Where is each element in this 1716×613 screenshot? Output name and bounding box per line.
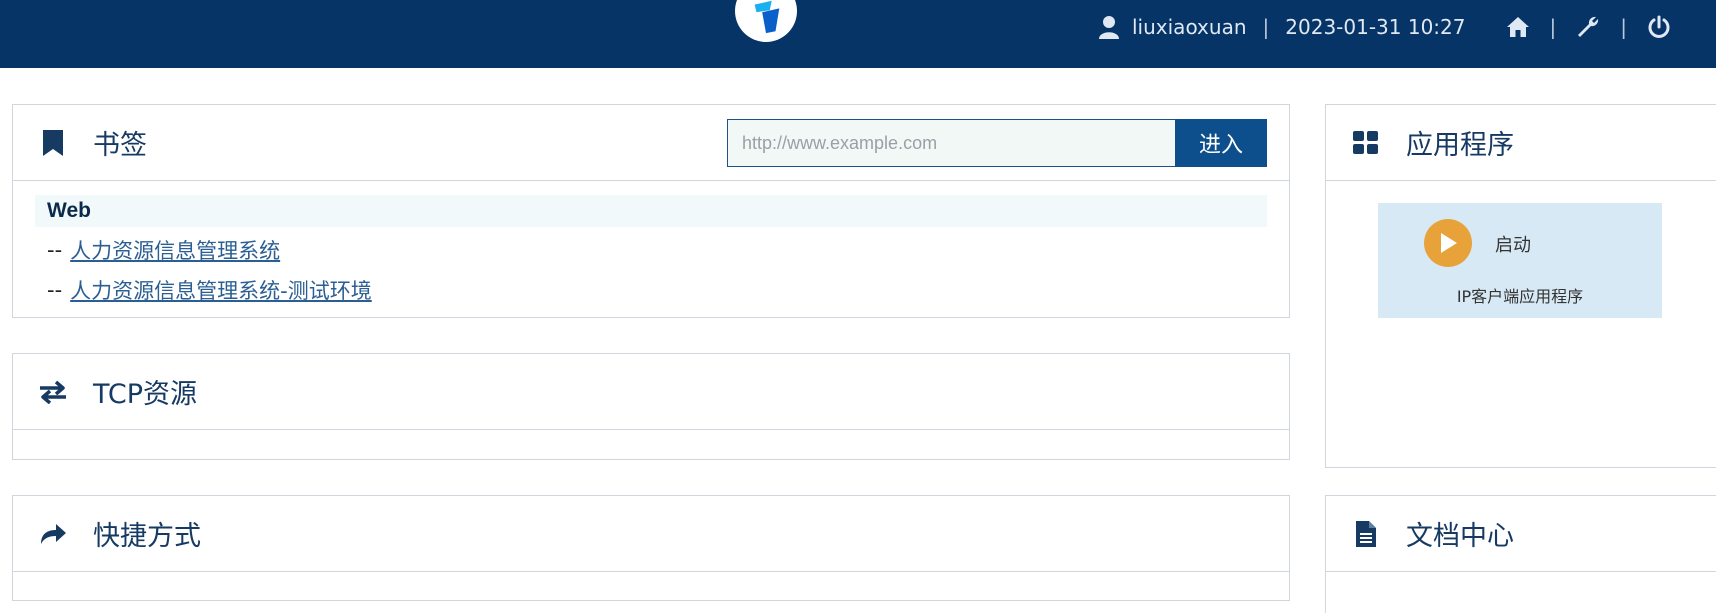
shortcuts-header: 快捷方式 [13,496,1289,572]
logo-icon [754,0,780,34]
tcp-title: TCP资源 [93,379,198,410]
applications-title: 应用程序 [1406,130,1514,161]
grid-icon [1346,130,1386,155]
exchange-icon [33,380,73,404]
wrench-icon [1578,16,1599,37]
launch-button[interactable]: 启动 [1495,231,1531,257]
header-tools: | | [1506,15,1672,39]
bookmark-group-title: Web [35,195,1267,227]
logout-button[interactable] [1647,15,1671,39]
username-label: liuxiaoxuan [1132,15,1247,39]
docs-panel: 文档中心 [1325,495,1716,613]
header-separator: | [1549,15,1557,39]
url-input[interactable] [727,119,1175,167]
bookmarks-title: 书签 [93,130,147,161]
user-icon [1099,15,1119,39]
shortcuts-title: 快捷方式 [93,521,201,552]
docs-title: 文档中心 [1406,521,1514,552]
link-prefix: -- [47,278,63,302]
bookmarks-header: 书签 进入 [13,105,1289,181]
home-icon [1506,17,1529,37]
enter-button[interactable]: 进入 [1175,119,1267,167]
datetime-label: 2023-01-31 10:27 [1285,15,1466,39]
applications-panel: 应用程序 启动 IP客户端应用程序 [1325,104,1716,468]
tcp-panel: TCP资源 [12,353,1290,460]
applications-header: 应用程序 [1326,105,1716,181]
top-header: liuxiaoxuan | 2023-01-31 10:27 | | [0,0,1716,68]
docs-header: 文档中心 [1326,496,1716,572]
play-icon [1424,219,1472,267]
url-form: 进入 [727,119,1267,167]
link-prefix: -- [47,238,63,262]
app-logo [735,0,797,42]
tcp-header: TCP资源 [13,354,1289,430]
user-area: liuxiaoxuan | 2023-01-31 10:27 | | [1099,0,1716,54]
power-icon [1648,15,1670,38]
bookmarks-body: Web -- 人力资源信息管理系统 -- 人力资源信息管理系统-测试环境 [13,181,1289,307]
list-item: -- 人力资源信息管理系统-测试环境 [35,273,1267,307]
header-separator: | [1620,15,1627,39]
shortcuts-panel: 快捷方式 [12,495,1290,601]
header-separator: | [1262,15,1270,39]
home-button[interactable] [1506,16,1530,38]
bookmark-icon [33,129,73,156]
list-item: -- 人力资源信息管理系统 [35,233,1267,267]
app-tile-ip-client[interactable]: 启动 IP客户端应用程序 [1378,203,1662,318]
bookmark-link-hr-system[interactable]: 人力资源信息管理系统 [70,235,280,265]
bookmarks-panel: 书签 进入 Web -- 人力资源信息管理系统 -- 人力资源信息管理系统-测试… [12,104,1290,318]
app-name: IP客户端应用程序 [1456,287,1584,306]
share-icon [33,522,73,546]
bookmark-link-hr-system-test[interactable]: 人力资源信息管理系统-测试环境 [70,275,372,305]
document-icon [1346,520,1386,547]
settings-button[interactable] [1576,15,1600,39]
